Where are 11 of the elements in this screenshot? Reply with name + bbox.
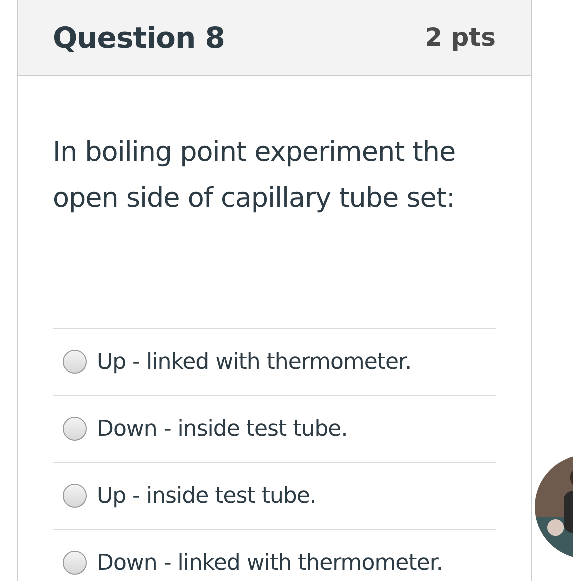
answer-label[interactable]: Up - linked with thermometer. bbox=[97, 350, 412, 374]
question-text: In boiling point experiment the open side of capillary tube set: bbox=[53, 136, 457, 216]
question-title: Question 8 bbox=[53, 20, 225, 54]
answer-label[interactable]: Down - linked with thermometer. bbox=[97, 550, 443, 576]
answer-label[interactable]: Down - inside test tube. bbox=[97, 416, 348, 442]
radio-button[interactable] bbox=[63, 551, 87, 575]
radio-button[interactable] bbox=[63, 484, 87, 508]
answer-label[interactable]: Up - inside test tube. bbox=[97, 484, 316, 508]
radio-button[interactable] bbox=[63, 350, 87, 374]
radio-button[interactable] bbox=[63, 417, 87, 441]
points-label: 2 pts bbox=[425, 23, 496, 52]
